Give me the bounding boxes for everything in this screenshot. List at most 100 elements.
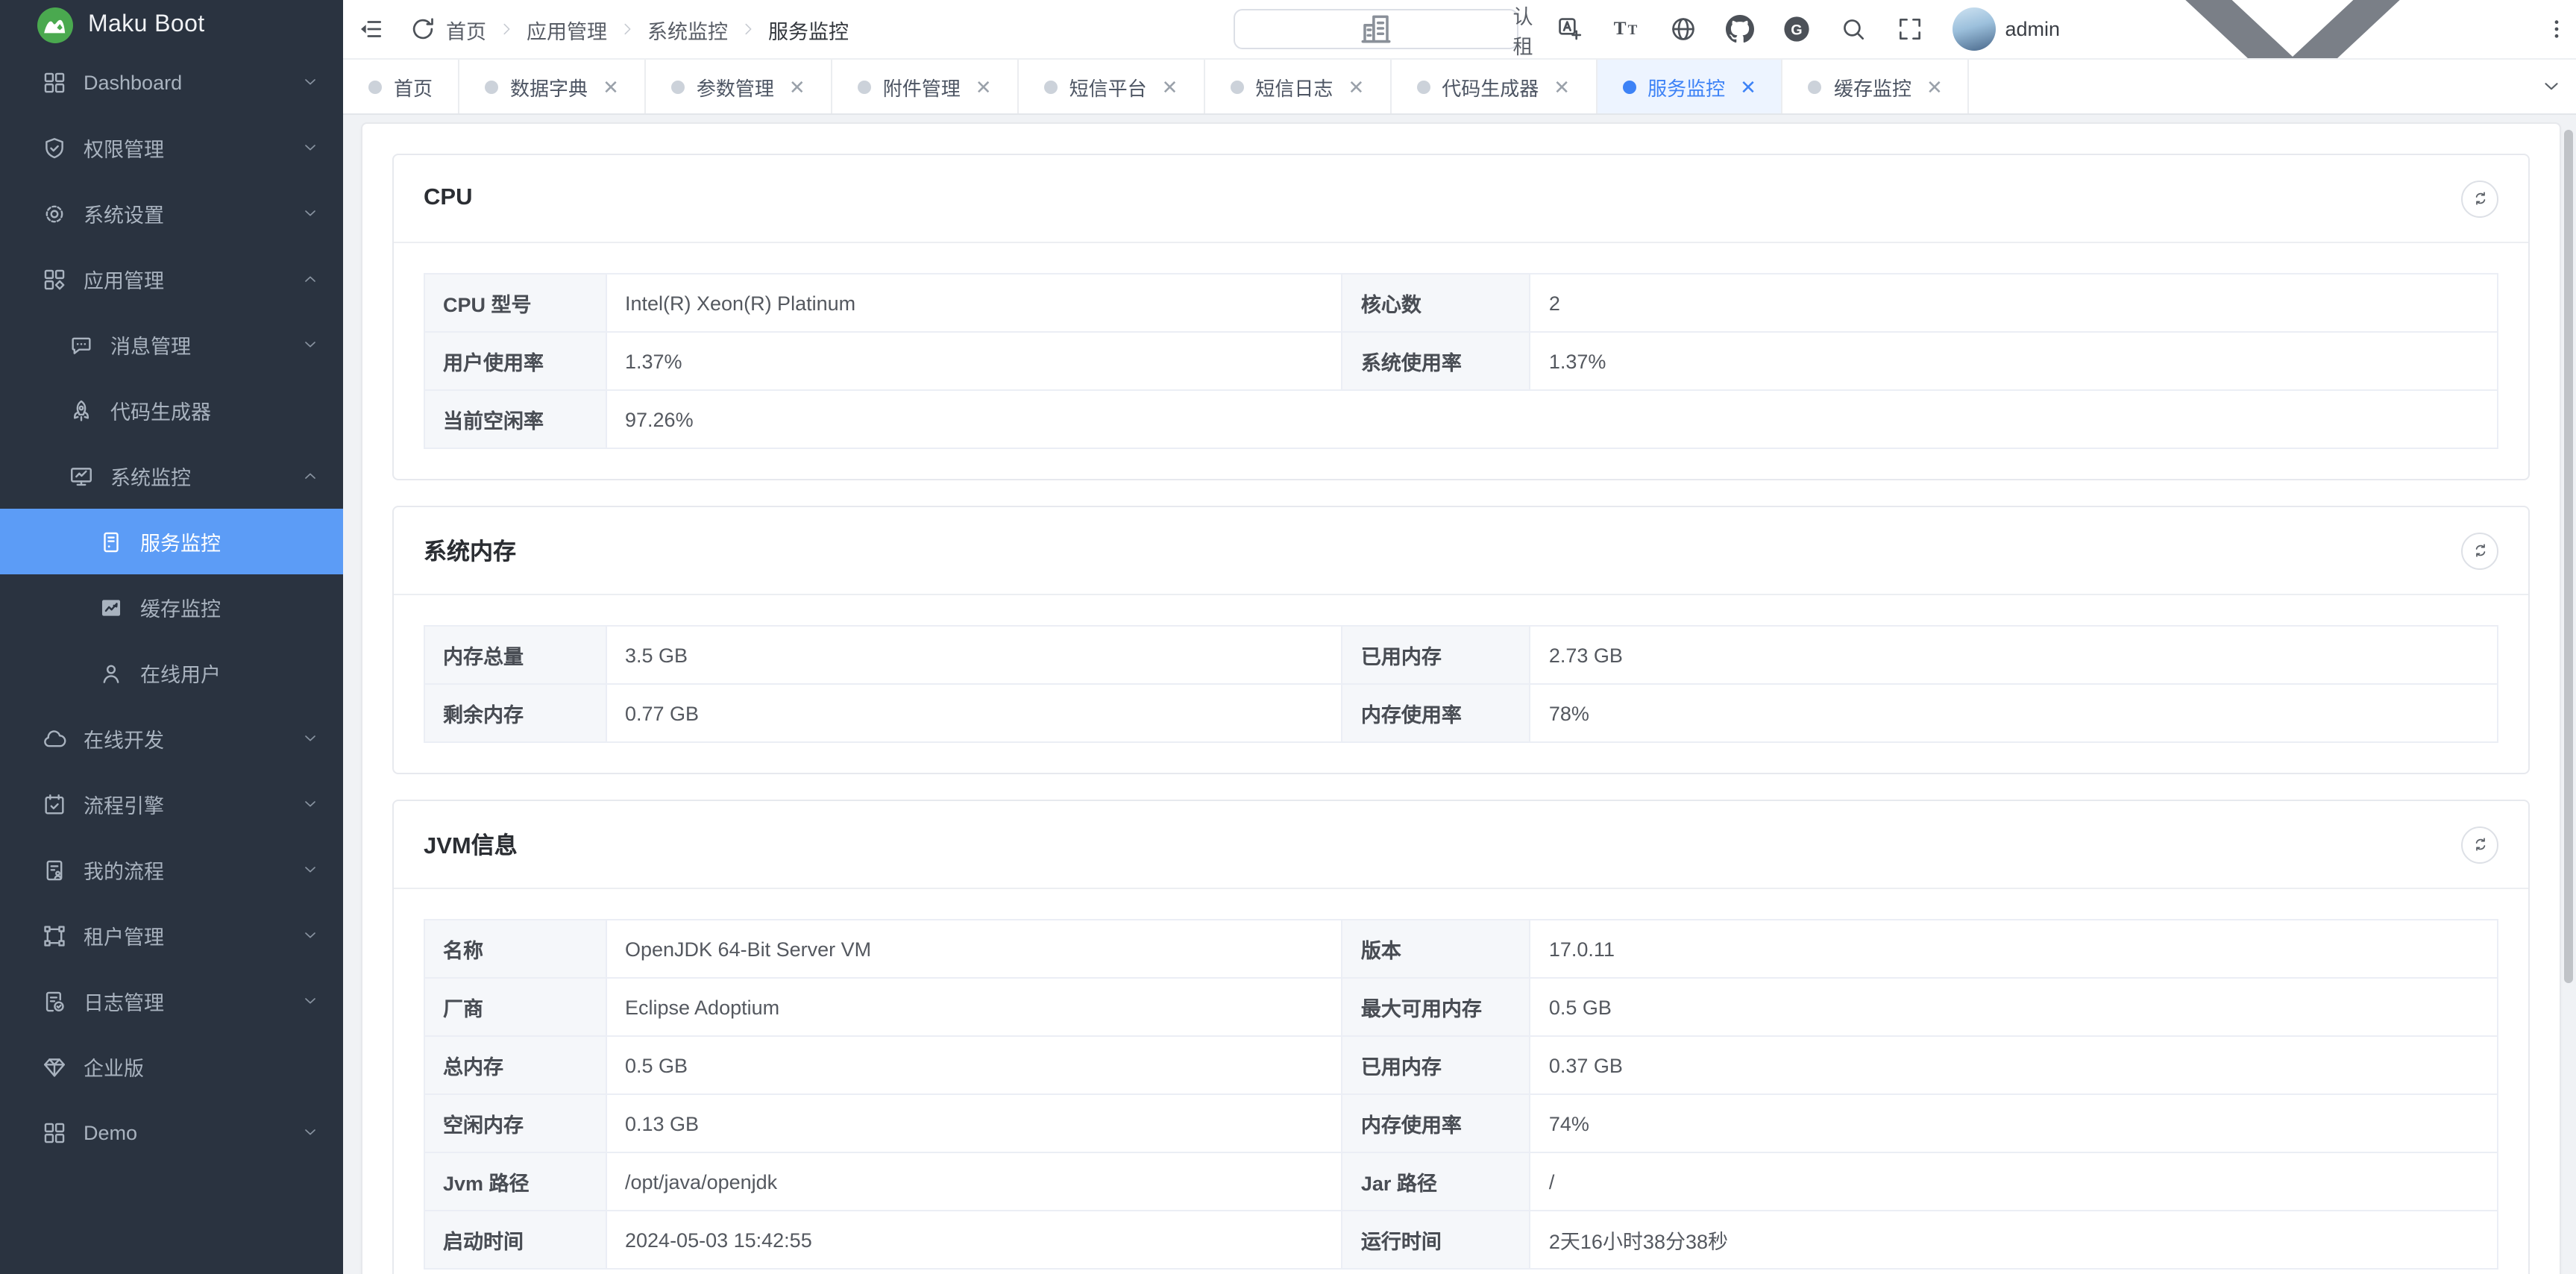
tab-dot bbox=[368, 80, 382, 93]
row-label: 核心数 bbox=[1342, 274, 1530, 332]
sidebar-item-dashboard[interactable]: Dashboard bbox=[0, 49, 343, 115]
row-value: 2 bbox=[1530, 274, 2498, 332]
refresh-page-button[interactable] bbox=[409, 15, 437, 43]
sidebar-item-online-dev[interactable]: 在线开发 bbox=[0, 706, 343, 771]
chevron-up-icon bbox=[301, 467, 319, 485]
sidebar-item-system-monitor[interactable]: 系统监控 bbox=[0, 443, 343, 509]
sidebar-item-workflow-engine[interactable]: 流程引擎 bbox=[0, 771, 343, 837]
sidebar-menu: Dashboard权限管理系统设置应用管理消息管理代码生成器系统监控服务监控缓存… bbox=[0, 49, 343, 1274]
close-tab-icon[interactable]: ✕ bbox=[789, 77, 805, 96]
tab-sms-platform[interactable]: 短信平台✕ bbox=[1019, 60, 1205, 113]
close-tab-icon[interactable]: ✕ bbox=[603, 77, 619, 96]
language-button[interactable] bbox=[1669, 15, 1697, 43]
doc-user-icon bbox=[42, 857, 67, 882]
font-size-icon: TT bbox=[1612, 15, 1641, 43]
sidebar-item-message[interactable]: 消息管理 bbox=[0, 312, 343, 377]
sidebar: Maku Boot Dashboard权限管理系统设置应用管理消息管理代码生成器… bbox=[0, 0, 343, 1274]
close-tab-icon[interactable]: ✕ bbox=[1740, 77, 1756, 96]
row-value: 1.37% bbox=[1530, 332, 2498, 390]
tab-home[interactable]: 首页 bbox=[343, 60, 459, 113]
collapse-sidebar-button[interactable] bbox=[356, 15, 385, 43]
grid-icon bbox=[42, 69, 67, 95]
sidebar-item-log-mgmt[interactable]: 日志管理 bbox=[0, 968, 343, 1034]
tab-sms-logs[interactable]: 短信日志✕ bbox=[1204, 60, 1391, 113]
chat-icon bbox=[69, 332, 94, 357]
sidebar-item-label: 系统设置 bbox=[84, 198, 164, 228]
svg-text:T: T bbox=[1614, 18, 1627, 39]
tab-params[interactable]: 参数管理 ✕ bbox=[646, 60, 832, 113]
shield-icon bbox=[42, 135, 67, 160]
tenant-select[interactable]: 默认租户 bbox=[1234, 9, 1518, 49]
github-button[interactable] bbox=[1726, 15, 1754, 43]
font-size-button[interactable]: TT bbox=[1612, 15, 1641, 43]
close-tab-icon[interactable]: ✕ bbox=[1926, 77, 1943, 96]
row-label: 内存使用率 bbox=[1342, 684, 1530, 742]
fullscreen-button[interactable] bbox=[1896, 15, 1924, 43]
close-tab-icon[interactable]: ✕ bbox=[1554, 77, 1570, 96]
sidebar-item-online-users[interactable]: 在线用户 bbox=[0, 640, 343, 706]
gitee-button[interactable]: G bbox=[1782, 15, 1811, 43]
row-label: 已用内存 bbox=[1342, 1036, 1530, 1094]
tab-dot bbox=[1230, 80, 1243, 93]
tab-label: 参数管理 bbox=[697, 72, 774, 101]
sidebar-item-codegen[interactable]: 代码生成器 bbox=[0, 377, 343, 443]
translate-button[interactable] bbox=[1556, 15, 1584, 43]
sync-icon bbox=[2471, 835, 2489, 853]
tab-codegen[interactable]: 代码生成器✕ bbox=[1391, 60, 1597, 113]
panel-refresh-button[interactable] bbox=[2461, 180, 2498, 217]
close-tab-icon[interactable]: ✕ bbox=[1162, 77, 1178, 96]
row-label: 内存使用率 bbox=[1342, 1094, 1530, 1152]
sidebar-item-label: 流程引擎 bbox=[84, 789, 164, 819]
search-button[interactable] bbox=[1839, 15, 1867, 43]
tab-data-dict[interactable]: 数据字典 ✕ bbox=[459, 60, 646, 113]
sidebar-item-service-monitor[interactable]: 服务监控 bbox=[0, 509, 343, 574]
monitor-icon bbox=[69, 463, 94, 489]
tab-dot bbox=[1416, 80, 1430, 93]
sidebar-item-cache-monitor[interactable]: 缓存监控 bbox=[0, 574, 343, 640]
close-tab-icon[interactable]: ✕ bbox=[976, 77, 992, 96]
sidebar-item-system-settings[interactable]: 系统设置 bbox=[0, 181, 343, 246]
tab-dot bbox=[858, 80, 871, 93]
tab-label: 数据字典 bbox=[510, 72, 588, 101]
breadcrumb-item[interactable]: 系统监控 bbox=[647, 14, 728, 44]
more-options-button[interactable] bbox=[2545, 15, 2569, 43]
close-tab-icon[interactable]: ✕ bbox=[1348, 77, 1364, 96]
tab-label: 缓存监控 bbox=[1834, 72, 1911, 101]
row-value: 0.77 GB bbox=[606, 684, 1342, 742]
panel-refresh-button[interactable] bbox=[2461, 532, 2498, 569]
username: admin bbox=[2005, 18, 2060, 40]
sync-icon bbox=[2471, 189, 2489, 207]
vertical-scrollbar[interactable] bbox=[2564, 130, 2573, 983]
cpu-table: CPU 型号Intel(R) Xeon(R) Platinum核心数2用户使用率… bbox=[424, 273, 2498, 449]
panel-title: JVM信息 bbox=[424, 828, 518, 861]
sidebar-item-permission[interactable]: 权限管理 bbox=[0, 115, 343, 181]
sidebar-item-enterprise[interactable]: 企业版 bbox=[0, 1034, 343, 1099]
frame-icon bbox=[42, 923, 67, 948]
breadcrumb-item: 服务监控 bbox=[768, 14, 849, 44]
breadcrumb-item[interactable]: 首页 bbox=[446, 14, 486, 44]
row-value: 97.26% bbox=[606, 390, 2498, 448]
table-row: Jvm 路径/opt/java/openjdkJar 路径/ bbox=[424, 1152, 2498, 1211]
tab-label: 首页 bbox=[394, 72, 433, 101]
breadcrumb-item[interactable]: 应用管理 bbox=[527, 14, 607, 44]
chevron-down-icon bbox=[301, 139, 319, 157]
tab-attachments[interactable]: 附件管理✕ bbox=[832, 60, 1019, 113]
rocket-icon bbox=[69, 398, 94, 423]
tab-cache-monitor[interactable]: 缓存监控 ✕ bbox=[1783, 60, 1970, 113]
panel-refresh-button[interactable] bbox=[2461, 826, 2498, 863]
row-value: 74% bbox=[1530, 1094, 2498, 1152]
panel-memory: 系统内存内存总量3.5 GB已用内存2.73 GB剩余内存0.77 GB内存使用… bbox=[392, 506, 2530, 774]
sidebar-item-label: 缓存监控 bbox=[140, 592, 221, 622]
tab-service-monitor[interactable]: 服务监控✕ bbox=[1597, 60, 1783, 113]
app-root: Maku Boot Dashboard权限管理系统设置应用管理消息管理代码生成器… bbox=[0, 0, 2576, 1274]
header-actions: TT G bbox=[1556, 15, 1924, 43]
sidebar-item-app-management[interactable]: 应用管理 bbox=[0, 246, 343, 312]
sidebar-item-demo[interactable]: Demo bbox=[0, 1099, 343, 1165]
topbar-left bbox=[356, 15, 437, 43]
sidebar-item-tenant-mgmt[interactable]: 租户管理 bbox=[0, 903, 343, 968]
tab-list-dropdown[interactable] bbox=[2540, 60, 2563, 113]
table-row: 剩余内存0.77 GB内存使用率78% bbox=[424, 684, 2498, 742]
chevron-down-icon bbox=[301, 795, 319, 813]
sidebar-item-my-flows[interactable]: 我的流程 bbox=[0, 837, 343, 903]
server-icon bbox=[98, 529, 124, 554]
